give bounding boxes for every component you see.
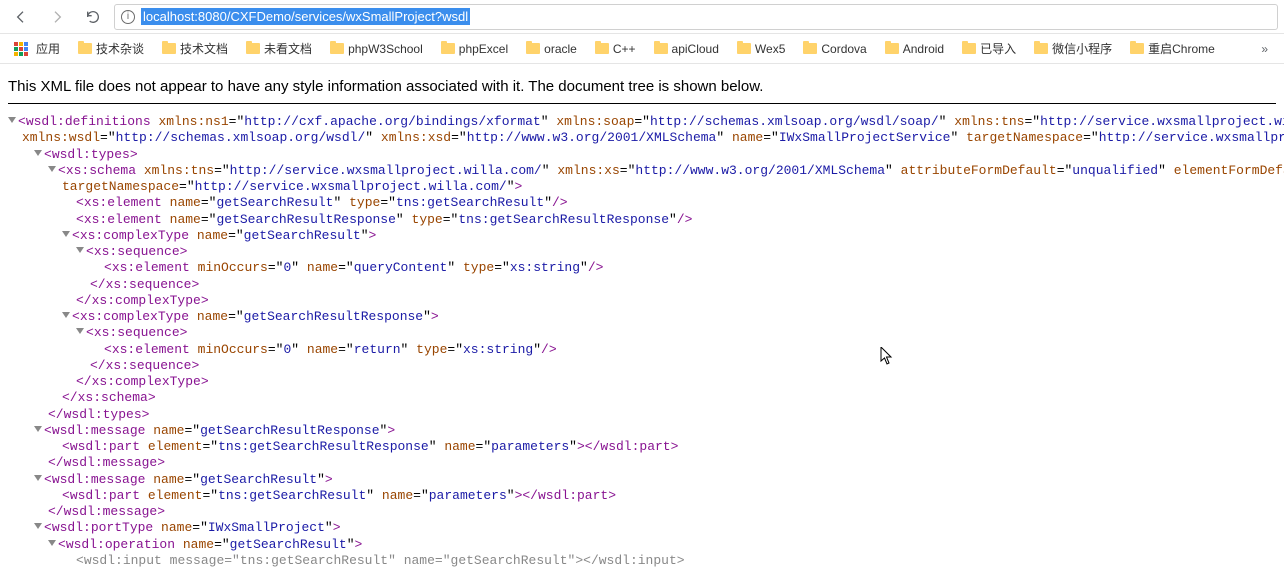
- xml-node[interactable]: <wsdl:part element="tns:getSearchResult"…: [8, 488, 1276, 504]
- site-info-icon[interactable]: i: [121, 10, 135, 24]
- xml-node[interactable]: </wsdl:types>: [8, 407, 1276, 423]
- bookmark-item[interactable]: 重启Chrome: [1122, 37, 1223, 60]
- xml-node[interactable]: <xs:sequence>: [8, 325, 1276, 341]
- xml-node[interactable]: <wsdl:message name="getSearchResultRespo…: [8, 423, 1276, 439]
- folder-icon: [441, 43, 455, 54]
- expand-toggle[interactable]: [76, 328, 84, 334]
- bookmarks-bar: 应用 技术杂谈 技术文档 未看文档 phpW3School phpExcel o…: [0, 34, 1284, 64]
- folder-icon: [1034, 43, 1048, 54]
- expand-toggle[interactable]: [62, 312, 70, 318]
- xml-node[interactable]: <xs:complexType name="getSearchResultRes…: [8, 309, 1276, 325]
- xml-node[interactable]: </xs:sequence>: [8, 358, 1276, 374]
- apps-icon: [14, 42, 28, 56]
- folder-icon: [246, 43, 260, 54]
- bookmark-item[interactable]: 技术文档: [154, 37, 236, 60]
- expand-toggle[interactable]: [34, 426, 42, 432]
- back-button[interactable]: [6, 4, 36, 30]
- page-content: This XML file does not appear to have an…: [0, 64, 1284, 569]
- folder-icon: [803, 43, 817, 54]
- xml-node[interactable]: </xs:complexType>: [8, 374, 1276, 390]
- xml-tree: <wsdl:definitions xmlns:ns1="http://cxf.…: [8, 114, 1276, 569]
- xml-node[interactable]: </xs:sequence>: [8, 277, 1276, 293]
- bookmark-item[interactable]: 已导入: [954, 37, 1024, 60]
- folder-icon: [1130, 43, 1144, 54]
- expand-toggle[interactable]: [34, 475, 42, 481]
- apps-shortcut[interactable]: 应用: [6, 37, 68, 60]
- xml-node[interactable]: <xs:element name="getSearchResultRespons…: [8, 212, 1276, 228]
- xml-node[interactable]: <wsdl:types>: [8, 147, 1276, 163]
- expand-toggle[interactable]: [76, 247, 84, 253]
- xml-node[interactable]: <xs:element minOccurs="0" name="queryCon…: [8, 260, 1276, 276]
- xml-node[interactable]: <xs:schema xmlns:tns="http://service.wxs…: [8, 163, 1276, 179]
- bookmark-item[interactable]: phpExcel: [433, 39, 516, 59]
- folder-icon: [595, 43, 609, 54]
- xml-node[interactable]: <wsdl:input message="tns:getSearchResult…: [8, 553, 1276, 569]
- xml-node[interactable]: <wsdl:portType name="IWxSmallProject">: [8, 520, 1276, 536]
- bookmark-item[interactable]: Cordova: [795, 39, 874, 59]
- apps-label: 应用: [36, 40, 60, 57]
- xml-node-cont: xmlns:wsdl="http://schemas.xmlsoap.org/w…: [8, 130, 1276, 146]
- bookmark-item[interactable]: C++: [587, 39, 644, 59]
- xml-node[interactable]: <wsdl:part element="tns:getSearchResultR…: [8, 439, 1276, 455]
- expand-toggle[interactable]: [62, 231, 70, 237]
- bookmark-item[interactable]: oracle: [518, 39, 585, 59]
- browser-toolbar: i localhost:8080/CXFDemo/services/wxSmal…: [0, 0, 1284, 34]
- bookmark-item[interactable]: Wex5: [729, 39, 793, 59]
- folder-icon: [654, 43, 668, 54]
- xml-node[interactable]: <xs:element minOccurs="0" name="return" …: [8, 342, 1276, 358]
- xml-node[interactable]: </xs:schema>: [8, 390, 1276, 406]
- xml-node[interactable]: <wsdl:definitions xmlns:ns1="http://cxf.…: [8, 114, 1276, 130]
- bookmark-item[interactable]: 技术杂谈: [70, 37, 152, 60]
- bookmark-item[interactable]: phpW3School: [322, 39, 431, 59]
- bookmarks-overflow[interactable]: »: [1251, 42, 1278, 56]
- expand-toggle[interactable]: [8, 117, 16, 123]
- xml-node[interactable]: <wsdl:operation name="getSearchResult">: [8, 537, 1276, 553]
- xml-node[interactable]: <wsdl:message name="getSearchResult">: [8, 472, 1276, 488]
- folder-icon: [526, 43, 540, 54]
- url-text: localhost:8080/CXFDemo/services/wxSmallP…: [141, 8, 470, 25]
- folder-icon: [885, 43, 899, 54]
- xml-notice: This XML file does not appear to have an…: [8, 78, 1276, 95]
- expand-toggle[interactable]: [48, 166, 56, 172]
- xml-node[interactable]: </wsdl:message>: [8, 455, 1276, 471]
- xml-node-cont: targetNamespace="http://service.wxsmallp…: [8, 179, 1276, 195]
- address-bar[interactable]: i localhost:8080/CXFDemo/services/wxSmal…: [114, 4, 1278, 30]
- reload-button[interactable]: [78, 4, 108, 30]
- bookmark-item[interactable]: Android: [877, 39, 952, 59]
- forward-button[interactable]: [42, 4, 72, 30]
- folder-icon: [737, 43, 751, 54]
- xml-node[interactable]: <xs:sequence>: [8, 244, 1276, 260]
- bookmark-item[interactable]: 微信小程序: [1026, 37, 1120, 60]
- xml-node[interactable]: <xs:element name="getSearchResult" type=…: [8, 195, 1276, 211]
- bookmark-item[interactable]: apiCloud: [646, 39, 727, 59]
- expand-toggle[interactable]: [48, 540, 56, 546]
- expand-toggle[interactable]: [34, 150, 42, 156]
- expand-toggle[interactable]: [34, 523, 42, 529]
- folder-icon: [962, 43, 976, 54]
- bookmark-item[interactable]: 未看文档: [238, 37, 320, 60]
- xml-node[interactable]: </wsdl:message>: [8, 504, 1276, 520]
- divider: [8, 103, 1276, 104]
- xml-node[interactable]: <xs:complexType name="getSearchResult">: [8, 228, 1276, 244]
- folder-icon: [330, 43, 344, 54]
- folder-icon: [162, 43, 176, 54]
- folder-icon: [78, 43, 92, 54]
- xml-node[interactable]: </xs:complexType>: [8, 293, 1276, 309]
